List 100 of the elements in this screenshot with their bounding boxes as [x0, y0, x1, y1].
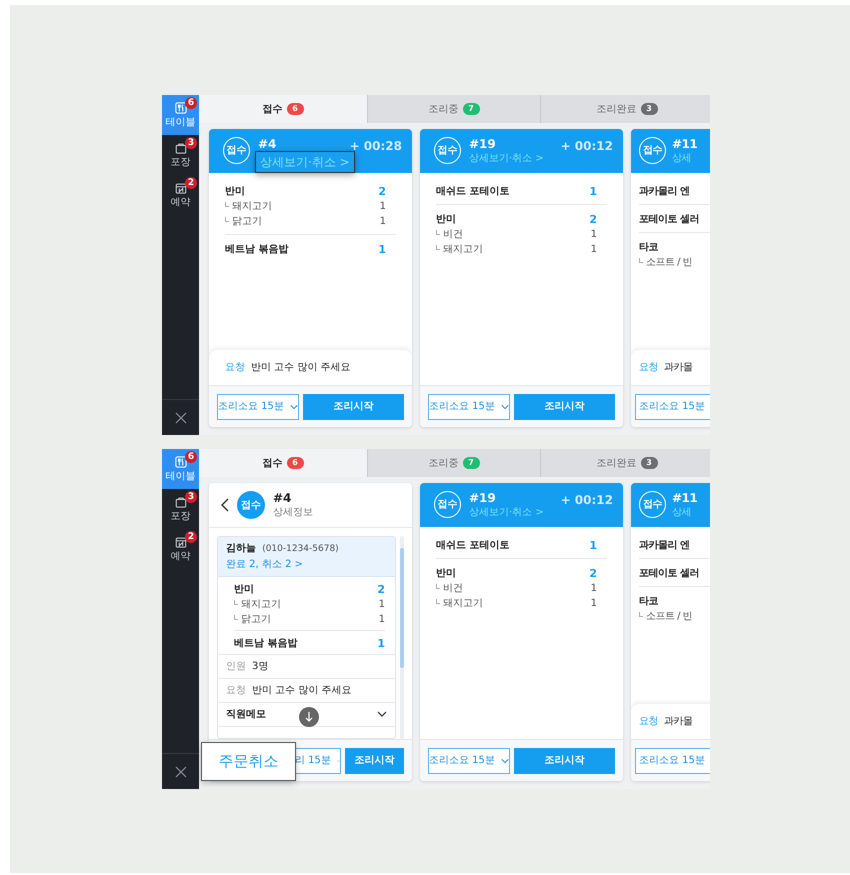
order-number: #11	[672, 491, 698, 505]
people-label: 인원	[226, 660, 246, 674]
status-tab[interactable]: 접수 6	[199, 449, 367, 477]
chevron-down-icon	[500, 404, 509, 410]
detail-link[interactable]: 상세	[672, 505, 691, 520]
count-badge: 2	[185, 177, 197, 189]
cancel-order-button[interactable]: 주문취소	[201, 742, 296, 781]
menu-item-name: 베트남 볶음밥	[225, 243, 288, 257]
calendar-icon	[174, 182, 186, 194]
count-badge: 6	[286, 103, 304, 115]
duration-dropdown[interactable]: 리 15분	[294, 748, 341, 774]
branch-line-icon	[436, 599, 440, 604]
item-quantity: 1	[589, 184, 597, 199]
item-quantity: 2	[377, 582, 385, 596]
status-tab[interactable]: 조리중 7	[367, 449, 540, 477]
request-label: 요청	[639, 716, 658, 727]
option-name: 돼지고기	[443, 597, 483, 611]
branch-line-icon	[234, 614, 238, 620]
menu-item-name: 베트남 볶음밥	[234, 636, 298, 650]
order-number: #19	[469, 137, 497, 151]
option-quantity: 1	[590, 597, 597, 611]
option-quantity: 1	[590, 228, 597, 242]
item-quantity: 2	[378, 184, 386, 199]
option-quantity: 1	[378, 612, 385, 626]
menu-item-name: 반미	[225, 185, 245, 199]
start-cooking-button[interactable]: 조리시작	[303, 394, 404, 420]
branch-line-icon	[436, 584, 440, 589]
scrollbar-thumb[interactable]	[400, 548, 404, 668]
calendar-icon	[174, 536, 186, 548]
branch-line-icon	[436, 245, 440, 250]
item-quantity: 1	[589, 538, 597, 553]
status-tab[interactable]: 조리중 7	[367, 95, 540, 123]
start-cooking-button[interactable]: 조리시작	[345, 748, 404, 774]
menu-item-name: 과카몰리 엔	[639, 539, 690, 553]
option-name: 돼지고기	[443, 243, 483, 257]
close-icon[interactable]	[174, 412, 186, 424]
detail-link[interactable]: 상세	[672, 151, 691, 166]
option-quantity: 1	[378, 598, 385, 612]
branch-line-icon	[436, 230, 440, 235]
order-number: #4	[273, 490, 292, 504]
detail-link[interactable]: 상세보기·취소 >	[255, 151, 355, 173]
chevron-down-icon	[377, 711, 387, 717]
cutlery-icon	[174, 456, 186, 468]
menu-item-name: 반미	[436, 567, 456, 581]
menu-item-name: 반미	[436, 213, 456, 227]
option-name: 돼지고기	[241, 598, 281, 612]
option-quantity: 1	[590, 582, 597, 596]
option-name: 소프트 / 빈	[646, 610, 692, 624]
bag-icon	[174, 142, 186, 154]
customer-name: 김하늘	[226, 543, 256, 554]
menu-item-name: 타코	[639, 595, 658, 609]
order-history-link[interactable]: 완료 2, 취소 2 >	[226, 556, 303, 572]
item-quantity: 2	[589, 566, 597, 581]
start-cooking-button[interactable]: 조리시작	[514, 748, 615, 774]
request-label: 요청	[226, 684, 246, 698]
branch-line-icon	[225, 217, 229, 222]
order-number: #19	[469, 491, 497, 505]
branch-line-icon	[234, 600, 238, 604]
item-quantity: 1	[378, 242, 386, 257]
count-badge: 7	[462, 103, 480, 115]
close-icon[interactable]	[174, 766, 186, 778]
status-tab[interactable]: 접수 6	[199, 95, 367, 123]
status-badge: 접수	[639, 137, 666, 164]
status-badge: 접수	[223, 137, 250, 164]
menu-item-name: 매쉬드 포테이토	[436, 539, 510, 553]
start-cooking-button[interactable]: 조리시작	[514, 394, 615, 420]
duration-dropdown[interactable]: 조리소요 15분	[635, 394, 710, 420]
option-name: 소프트 / 빈	[646, 256, 692, 270]
detail-link[interactable]: 상세보기·취소 >	[469, 151, 544, 166]
scroll-down-button[interactable]	[299, 707, 319, 727]
menu-item-name: 포테이토 셀러	[639, 213, 699, 227]
memo-label: 직원메모	[226, 708, 266, 722]
menu-item-name: 타코	[639, 241, 658, 255]
chevron-down-icon	[336, 758, 340, 764]
arrow-down-icon	[305, 712, 313, 722]
customer-phone: (010-1234-5678)	[262, 544, 339, 554]
menu-item-name: 매쉬드 포테이토	[436, 185, 510, 199]
bag-icon	[174, 496, 186, 508]
duration-dropdown[interactable]: 조리소요 15분	[635, 748, 710, 774]
status-badge: 접수	[434, 137, 461, 164]
item-quantity: 2	[589, 212, 597, 227]
item-quantity: 1	[377, 636, 385, 650]
elapsed-time: + 00:12	[560, 492, 613, 509]
duration-dropdown[interactable]: 조리소요 15분	[428, 394, 510, 420]
option-name: 비건	[443, 582, 463, 596]
request-text: 반미 고수 많이 주세요	[252, 684, 352, 698]
count-badge: 7	[462, 457, 480, 469]
duration-dropdown[interactable]: 조리소요 15분	[217, 394, 299, 420]
detail-link[interactable]: 상세보기·취소 >	[469, 505, 544, 520]
duration-dropdown[interactable]: 조리소요 15분	[428, 748, 510, 774]
request-text: 과카몰	[664, 362, 692, 373]
option-name: 비건	[443, 228, 463, 242]
chevron-left-icon[interactable]	[221, 498, 229, 512]
cutlery-icon	[174, 102, 186, 114]
status-tab[interactable]: 조리완료 3	[540, 449, 710, 477]
detail-subtitle: 상세정보	[273, 506, 313, 520]
chevron-down-icon	[290, 404, 298, 410]
people-count: 3명	[252, 660, 268, 674]
status-tab[interactable]: 조리완료 3	[540, 95, 710, 123]
request-text: 과카몰	[664, 716, 692, 727]
